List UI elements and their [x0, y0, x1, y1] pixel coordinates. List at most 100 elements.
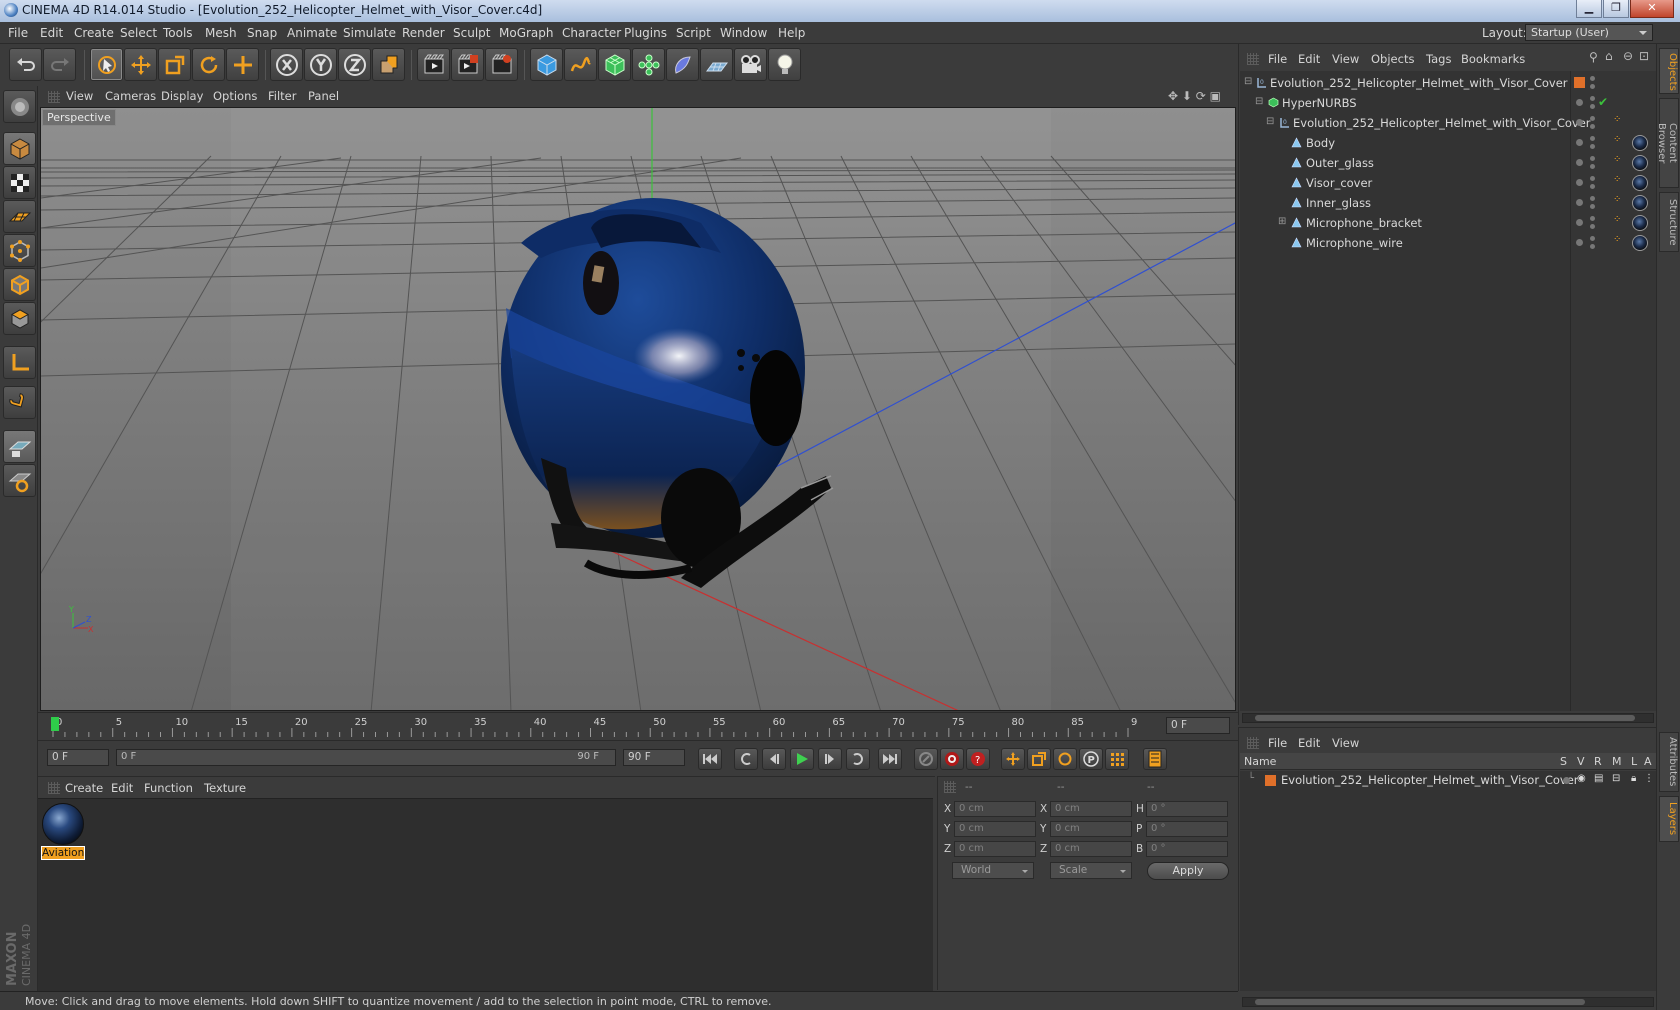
render-visibility-dot[interactable] [1590, 244, 1595, 249]
viewport-menu-filter[interactable]: Filter [268, 89, 296, 103]
layer-animation-icon[interactable]: ⋮ [1644, 773, 1654, 784]
layout-select[interactable]: Startup (User) [1525, 24, 1653, 41]
object-row-root-null[interactable]: ⊟ 0 Evolution_252_Helicopter_Helmet_with… [1240, 73, 1656, 93]
scale-icon[interactable] [158, 48, 191, 81]
rotate-icon[interactable] [192, 48, 225, 81]
layer-color-swatch[interactable] [1574, 77, 1585, 88]
menu-window[interactable]: Window [720, 26, 767, 40]
current-frame-field[interactable]: 0 F [1166, 717, 1230, 734]
axis-mode-icon[interactable] [3, 346, 36, 379]
spline-pen-icon[interactable] [564, 48, 597, 81]
tab-content-browser[interactable]: Content Browser [1656, 98, 1679, 188]
layer-solo-toggle[interactable] [1563, 777, 1570, 784]
object-row-microphone-wire[interactable]: Microphone_wire ⁘ [1240, 233, 1656, 253]
collapse-toggle-icon[interactable]: ⊟ [1244, 76, 1252, 87]
workplane-mode-icon[interactable] [3, 200, 36, 233]
render-visibility-dot[interactable] [1590, 84, 1595, 89]
play-forward-icon[interactable] [790, 748, 814, 770]
key-point-level-icon[interactable] [1105, 748, 1129, 770]
timeline-window-icon[interactable] [1143, 748, 1167, 770]
object-menu-tags[interactable]: Tags [1426, 52, 1451, 66]
editor-visibility-dot[interactable] [1576, 99, 1583, 106]
object-row-microphone-bracket[interactable]: ⊞ Microphone_bracket ⁘ [1240, 213, 1656, 233]
object-manager-nav-icon[interactable]: ⊖ [1623, 49, 1633, 63]
object-row-visor-cover[interactable]: Visor_cover ⁘ [1240, 173, 1656, 193]
editor-visibility-dot[interactable] [1590, 216, 1595, 221]
editor-visibility-dot[interactable] [1590, 76, 1595, 81]
enabled-checkmark-icon[interactable]: ✔ [1598, 95, 1608, 109]
floor-icon[interactable] [700, 48, 733, 81]
maximize-button[interactable]: ❐ [1603, 0, 1629, 18]
model-mode-icon[interactable] [3, 132, 36, 165]
menu-help[interactable]: Help [778, 26, 805, 40]
enable-snap-icon[interactable] [3, 430, 36, 463]
close-button[interactable]: ✕ [1630, 0, 1674, 18]
viewport-navigation-icons[interactable]: ✥ ⬇ ⟳ ▣ [1168, 89, 1221, 103]
object-row-body[interactable]: Body ⁘ [1240, 133, 1656, 153]
points-mode-icon[interactable] [3, 234, 36, 267]
viewport-menu-view[interactable]: View [66, 89, 93, 103]
phong-tag-icon[interactable]: ⁘ [1613, 194, 1621, 205]
start-frame-field[interactable]: 0 F [47, 749, 109, 766]
editor-visibility-dot[interactable] [1576, 119, 1583, 126]
material-tag-icon[interactable] [1632, 155, 1648, 171]
key-parameter-icon[interactable]: P [1079, 748, 1103, 770]
apply-button[interactable]: Apply [1147, 862, 1229, 880]
rotation-p-field[interactable]: 0 ° [1146, 821, 1228, 837]
layer-color-swatch[interactable] [1265, 775, 1276, 786]
layer-render-icon[interactable]: ▤ [1594, 773, 1603, 784]
editor-visibility-dot[interactable] [1576, 199, 1583, 206]
phong-tag-icon[interactable]: ⁘ [1613, 214, 1621, 225]
editor-visibility-dot[interactable] [1576, 239, 1583, 246]
menu-script[interactable]: Script [676, 26, 711, 40]
tab-structure[interactable]: Structure [1659, 192, 1679, 252]
editor-visibility-dot[interactable] [1590, 96, 1595, 101]
menu-mograph[interactable]: MoGraph [499, 26, 554, 40]
collapse-toggle-icon[interactable]: ⊟ [1266, 116, 1274, 127]
material-menu-edit[interactable]: Edit [111, 781, 133, 795]
menu-simulate[interactable]: Simulate [343, 26, 396, 40]
autokeying-icon[interactable] [940, 748, 964, 770]
cloner-icon[interactable] [632, 48, 665, 81]
viewport-menu-display[interactable]: Display [161, 89, 203, 103]
frame-range-slider[interactable]: 0 F 90 F [116, 749, 616, 766]
editor-visibility-dot[interactable] [1576, 219, 1583, 226]
menu-create[interactable]: Create [74, 26, 114, 40]
editor-visibility-dot[interactable] [1576, 179, 1583, 186]
editor-visibility-dot[interactable] [1576, 159, 1583, 166]
phong-tag-icon[interactable]: ⁘ [1613, 234, 1621, 245]
editor-visibility-dot[interactable] [1590, 196, 1595, 201]
phong-tag-icon[interactable]: ⁘ [1613, 154, 1621, 165]
cube-icon[interactable] [530, 48, 563, 81]
grip-handle[interactable] [944, 781, 956, 793]
position-x-field[interactable]: 0 cm [954, 801, 1036, 817]
render-view-icon[interactable] [417, 48, 450, 81]
key-rotation-icon[interactable] [1053, 748, 1077, 770]
grip-handle[interactable] [1247, 737, 1259, 749]
coordinate-mode-select[interactable]: World [952, 862, 1034, 879]
tab-attributes[interactable]: Attributes [1659, 732, 1679, 792]
material-menu-texture[interactable]: Texture [204, 781, 246, 795]
object-menu-edit[interactable]: Edit [1298, 52, 1320, 66]
next-keyframe-icon[interactable] [846, 748, 870, 770]
object-horizontal-scrollbar[interactable] [1242, 713, 1654, 723]
object-row-child-null[interactable]: ⊟ 0 Evolution_252_Helicopter_Helmet_with… [1240, 113, 1656, 133]
viewport-menu-cameras[interactable]: Cameras [105, 89, 156, 103]
tweak-magnet-icon[interactable] [3, 386, 36, 419]
collapse-toggle-icon[interactable]: ⊟ [1255, 96, 1263, 107]
menu-mesh[interactable]: Mesh [205, 26, 237, 40]
layer-view-eye-icon[interactable]: ◉ [1577, 773, 1586, 784]
menu-character[interactable]: Character [562, 26, 621, 40]
position-y-field[interactable]: 0 cm [954, 821, 1036, 837]
render-visibility-dot[interactable] [1590, 164, 1595, 169]
object-row-inner-glass[interactable]: Inner_glass ⁘ [1240, 193, 1656, 213]
layer-horizontal-scrollbar[interactable] [1242, 997, 1654, 1007]
layer-lock-icon[interactable]: 🔒︎ [1631, 773, 1636, 784]
object-row-outer-glass[interactable]: Outer_glass ⁘ [1240, 153, 1656, 173]
go-to-end-icon[interactable] [878, 748, 902, 770]
object-manager-search-icon[interactable]: ⚲ [1589, 50, 1598, 64]
deformer-icon[interactable] [666, 48, 699, 81]
record-active-objects-icon[interactable] [914, 748, 938, 770]
size-mode-select[interactable]: Scale [1050, 862, 1132, 879]
render-visibility-dot[interactable] [1590, 104, 1595, 109]
